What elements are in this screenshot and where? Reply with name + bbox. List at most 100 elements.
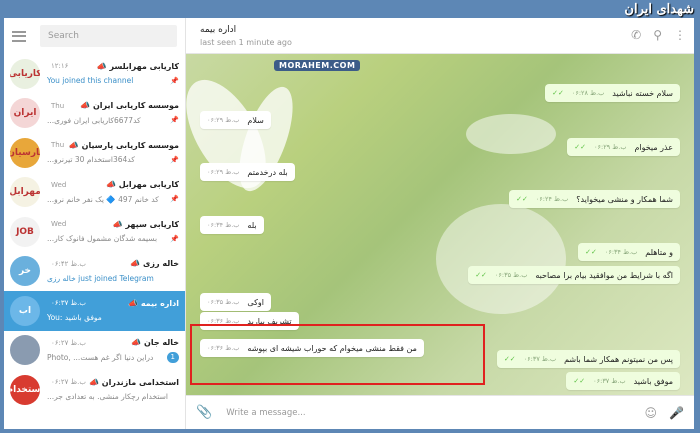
chat-item[interactable]: اب ب.ظ ۰۶:۳۷ 📣 اداره بیمه You: موفق باشی… (4, 291, 185, 331)
message-area: MORAHEM.COM ✓✓ ب.ظ ۰۶:۲۸ سلام خسته نباشید ب… (186, 54, 694, 395)
avatar-text: JOB (16, 226, 34, 237)
chat-body: Thu 📣 موسسه کاریابی پارسیان ...کد364استخ… (47, 139, 179, 166)
avatar (10, 335, 40, 366)
chat-body: ۱۲:۱۶ 📣 کاریابی مهرابلسر You joined this… (47, 60, 179, 87)
incoming-message[interactable]: ب.ظ ۰۶:۲۹ سلام (200, 111, 271, 129)
chat-body: ب.ظ ۰۶:۳۷ 📣 اداره بیمه You: موفق باشید (47, 297, 179, 324)
chat-time: ب.ظ ۰۶:۳۷ (51, 299, 86, 308)
message-text: شما همکار و منشی میخواید؟ (576, 194, 673, 204)
sidebar-header: Search (4, 18, 185, 54)
message-text: اگه با شرایط من موافقید بیام برا مصاحبه (535, 270, 673, 280)
avatar-text: خر (18, 266, 32, 277)
avatar-text: کاریابی (10, 68, 40, 79)
outgoing-message[interactable]: ✓✓ ب.ظ ۰۶:۲۹ عذر میخوام (567, 138, 680, 156)
screen: شهدای ایران Search کاریابی ۱۲:۱۶ 📣 کاریا… (0, 0, 700, 433)
chat-body: ب.ظ ۰۶:۲۷ 📣 استخدامی مازندران ...استخدام… (47, 376, 179, 403)
chat-name: 📣 استخدامی مازندران (89, 377, 179, 387)
chat-item[interactable]: پارسیان Thu 📣 موسسه کاریابی پارسیان ...ک… (4, 133, 185, 173)
chat-time: ب.ظ ۰۶:۲۷ (51, 378, 86, 387)
composer: 📎 Write a message... ☺ 🎤 (186, 395, 694, 429)
incoming-message[interactable]: ب.ظ ۰۶:۲۹ بله درخدمتم (200, 163, 295, 181)
outgoing-message[interactable]: ✓✓ ب.ظ ۰۶:۳۷ موفق باشید (566, 372, 680, 390)
chat-time: Wed (51, 220, 67, 229)
telegram-window: Search کاریابی ۱۲:۱۶ 📣 کاریابی مهرابلسر … (4, 18, 694, 429)
chat-item[interactable]: ایران Thu 📣 موسسه کاریابی ایران ...کد667… (4, 94, 185, 134)
outgoing-message[interactable]: ✓✓ ب.ظ ۰۶:۳۴ و متاهلم (578, 243, 680, 261)
pin-icon: 📌 (170, 234, 179, 243)
message-time: ب.ظ ۰۶:۲۹ (207, 116, 240, 124)
message-text: پس من نمیتونم همکار شما باشم (564, 354, 673, 364)
more-icon[interactable]: ⋮ (674, 28, 686, 42)
chat-name: 📣 موسسه کاریابی پارسیان (68, 140, 179, 150)
message-time: ب.ظ ۰۶:۲۴ (535, 195, 569, 203)
avatar: خر (10, 256, 40, 287)
message-time: ب.ظ ۰۶:۲۹ (594, 143, 627, 151)
read-checkmark-icon: ✓✓ (573, 377, 586, 385)
chat-time: Thu (51, 101, 65, 110)
search-input[interactable]: Search (40, 25, 177, 47)
read-checkmark-icon: ✓✓ (475, 271, 487, 279)
phone-icon[interactable]: ✆ (631, 28, 641, 42)
message-time: ب.ظ ۰۶:۳۵ (494, 271, 528, 279)
peer-name[interactable]: اداره بیمه (200, 25, 236, 35)
channel-icon: 📣 (130, 259, 144, 269)
avatar: JOB (10, 216, 40, 247)
chat-item[interactable]: کاریابی ۱۲:۱۶ 📣 کاریابی مهرابلسر You joi… (4, 54, 185, 94)
chat-item[interactable]: مهرابل Wed 📣 کاریابی مهرابل ...کد خانم 4… (4, 173, 185, 213)
chat-time: Thu (51, 141, 65, 150)
chat-item[interactable]: JOB Wed 📣 کاریابی سپهر ...بسیمه شدگان مش… (4, 212, 185, 252)
chat-item[interactable]: استخدام ب.ظ ۰۶:۲۷ 📣 استخدامی مازندران ..… (4, 370, 185, 410)
watermark: MORAHEM.COM (274, 60, 361, 71)
highlight-box (190, 324, 485, 385)
avatar: اب (10, 295, 40, 326)
chat-name: 📣 کاریابی مهرابل (106, 180, 179, 190)
conversation-header: اداره بیمه last seen 1 minute ago ✆ ⚲ ⋮ (186, 18, 694, 54)
attach-icon[interactable]: 📎 (196, 405, 212, 420)
avatar: مهرابل (10, 177, 40, 208)
chat-body: ب.ظ ۰۶:۲۷ 📣 خاله جان Photo, ...دراین دنی… (47, 337, 179, 364)
chat-time: ب.ظ ۰۶:۴۲ (51, 259, 86, 268)
message-time: ب.ظ ۰۶:۳۴ (604, 248, 638, 256)
microphone-icon[interactable]: 🎤 (669, 406, 684, 420)
incoming-message[interactable]: ب.ظ ۰۶:۳۴ بله (200, 216, 264, 234)
outgoing-message[interactable]: ✓✓ ب.ظ ۰۶:۳۷ پس من نمیتونم همکار شما باشم (496, 350, 680, 368)
chat-name: 📣 کاریابی مهرابلسر (96, 61, 179, 71)
pin-icon: 📌 (170, 195, 179, 204)
read-checkmark-icon: ✓✓ (574, 143, 587, 151)
logo: شهدای ایران (624, 2, 694, 17)
outgoing-message[interactable]: ✓✓ ب.ظ ۰۶:۲۴ شما همکار و منشی میخواید؟ (509, 190, 680, 208)
unread-badge: 1 (166, 351, 179, 363)
chat-body: Wed 📣 کاریابی مهرابل ...کد خانم 497 🔷 یک… (47, 179, 179, 206)
chat-preview: You: موفق باشید (47, 313, 102, 323)
avatar: استخدام (10, 374, 40, 405)
pin-icon: 📌 (170, 155, 179, 164)
chat-name: 📣 خاله رزی (130, 259, 179, 269)
chat-body: ب.ظ ۰۶:۴۲ 📣 خاله رزی خاله رزی just joine… (47, 258, 179, 285)
chat-time: Wed (51, 180, 67, 189)
avatar: پارسیان (10, 137, 40, 168)
avatar: ایران (10, 98, 40, 129)
outgoing-message[interactable]: ✓✓ ب.ظ ۰۶:۳۵ اگه با شرایط من موافقید بیام … (468, 266, 680, 284)
emoji-icon[interactable]: ☺ (645, 406, 658, 420)
search-icon[interactable]: ⚲ (653, 28, 662, 42)
chat-preview: ...کد6677کاریابی ایران فوری (47, 115, 141, 125)
message-text: سلام خسته نباشید (612, 88, 673, 98)
peer-status: last seen 1 minute ago (200, 38, 292, 47)
conversation-panel: اداره بیمه last seen 1 minute ago ✆ ⚲ ⋮ … (186, 18, 694, 429)
chat-preview: ...کد خانم 497 🔷 یک نفر خانم نرو (47, 194, 159, 204)
read-checkmark-icon: ✓✓ (585, 248, 597, 256)
message-time: ب.ظ ۰۶:۳۴ (207, 221, 240, 229)
message-input[interactable]: Write a message... (226, 408, 644, 418)
message-time: ب.ظ ۰۶:۳۷ (593, 377, 626, 385)
chat-name: 📣 اداره بیمه (128, 298, 179, 308)
outgoing-message[interactable]: ✓✓ ب.ظ ۰۶:۲۸ سلام خسته نباشید (545, 84, 680, 102)
chat-item[interactable]: خر ب.ظ ۰۶:۴۲ 📣 خاله رزی خاله رزی just jo… (4, 252, 185, 292)
avatar-text: مهرابل (10, 187, 40, 198)
chat-name: 📣 کاریابی سپهر (112, 219, 179, 229)
avatar-text: پارسیان (10, 147, 40, 158)
hamburger-menu-icon[interactable] (12, 30, 26, 42)
message-time: ب.ظ ۰۶:۳۷ (523, 355, 557, 363)
incoming-message[interactable]: ب.ظ ۰۶:۳۵ اوکی (200, 293, 271, 311)
message-text: و متاهلم (645, 247, 673, 257)
chat-item[interactable]: ب.ظ ۰۶:۲۷ 📣 خاله جان Photo, ...دراین دنی… (4, 331, 185, 371)
